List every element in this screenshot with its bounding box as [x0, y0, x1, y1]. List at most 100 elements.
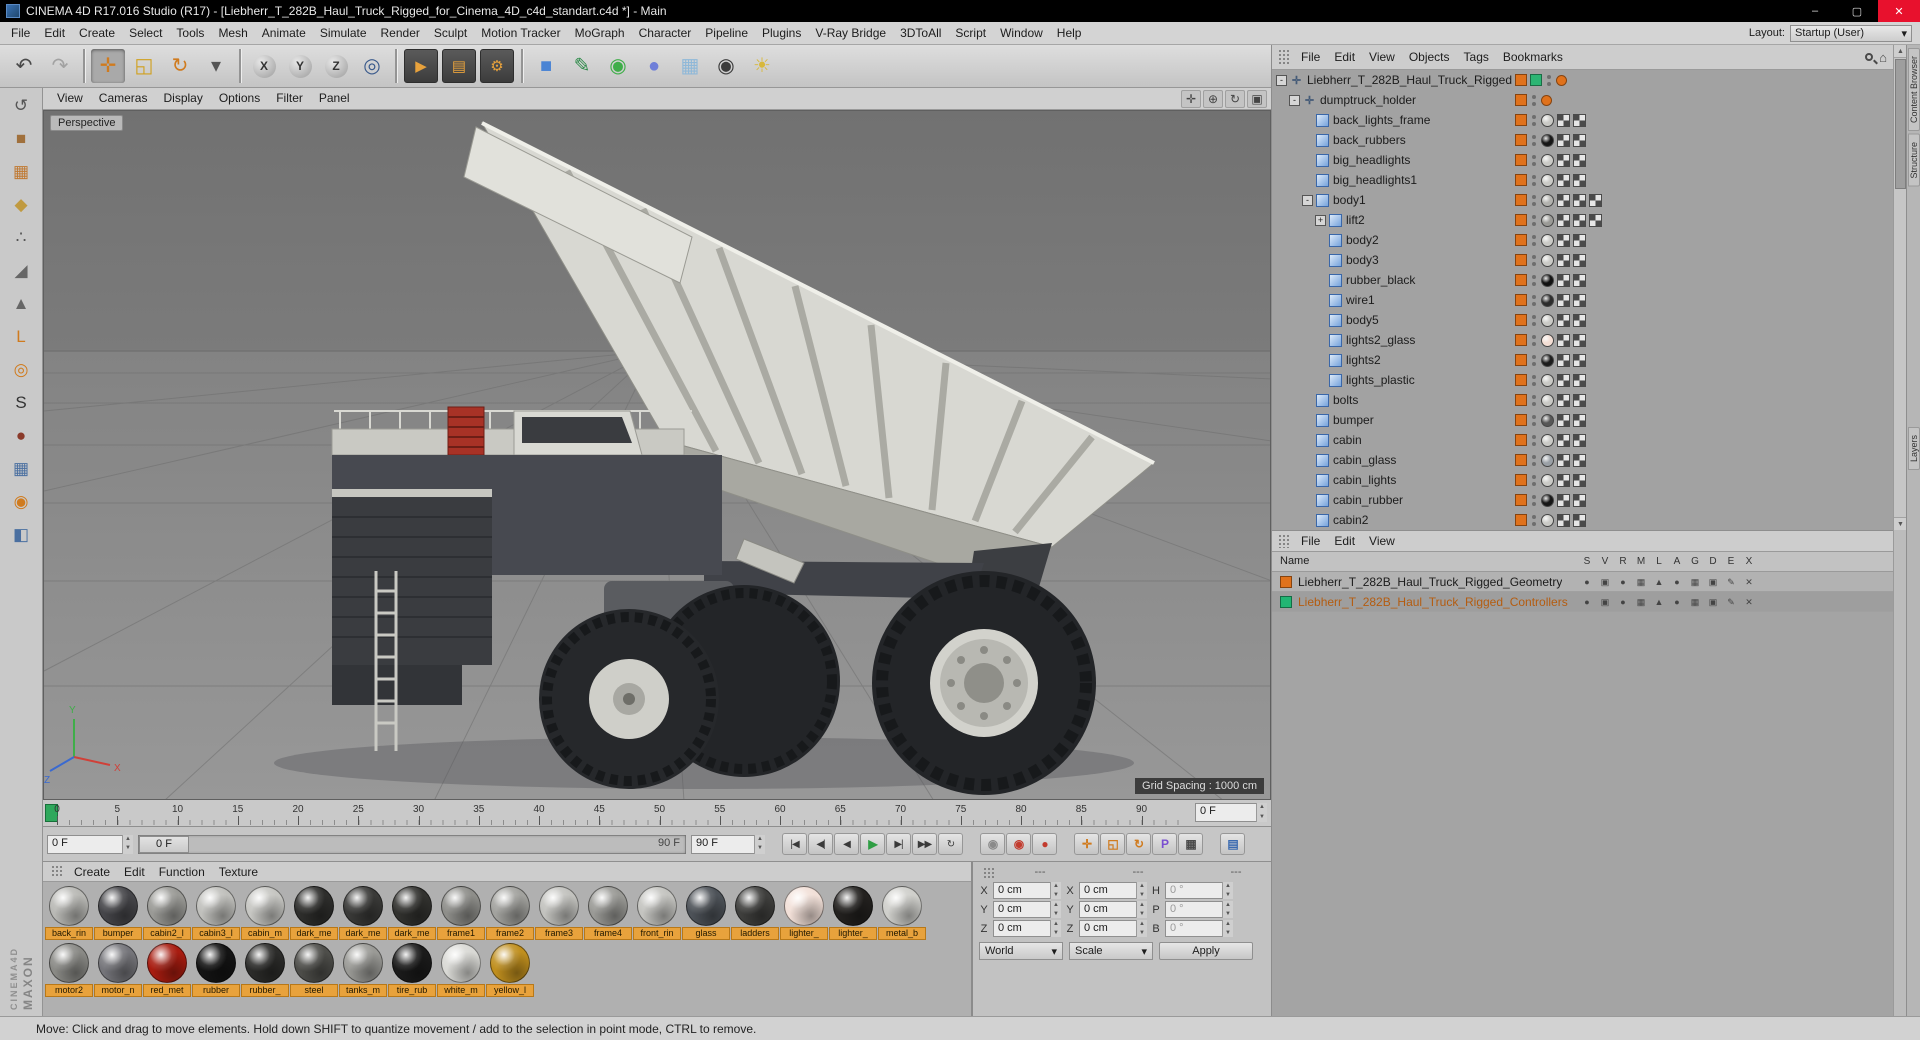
visibility-dots-icon[interactable]: [1532, 134, 1536, 146]
texture-tag-icon[interactable]: [1573, 113, 1586, 127]
z-axis-lock-button[interactable]: Z: [319, 49, 353, 83]
visibility-dot[interactable]: [1532, 441, 1536, 446]
material-item[interactable]: rubber_: [241, 942, 289, 997]
texture-tag-icon[interactable]: [1573, 413, 1586, 427]
spline-pen-button[interactable]: ✎: [565, 49, 599, 83]
environment-button[interactable]: ▦: [673, 49, 707, 83]
texture-mode-button[interactable]: ▦: [5, 157, 37, 187]
generators-icon[interactable]: ▦: [1686, 592, 1704, 611]
object-row[interactable]: -big_headlights1: [1272, 170, 1893, 190]
layer-tag-icon[interactable]: [1515, 414, 1527, 426]
visibility-dot[interactable]: [1532, 401, 1536, 406]
layer-tag-icon[interactable]: [1515, 134, 1527, 146]
layer-tag-icon[interactable]: [1515, 214, 1527, 226]
timeline-ruler[interactable]: 0 5 10 15 20 25 30 35 40 45 50 55 60 65 70 75 80 85 90: [43, 800, 1193, 827]
visibility-dots-icon[interactable]: [1532, 234, 1536, 246]
spinner-arrows[interactable]: ▲ ▼: [1222, 882, 1233, 899]
object-row[interactable]: -wire1: [1272, 290, 1893, 310]
object-row[interactable]: - ✛ Liebherr_T_282B_Haul_Truck_Rigged: [1272, 70, 1893, 90]
layer-tag-icon[interactable]: [1515, 114, 1527, 126]
last-tool-button[interactable]: ▾: [199, 49, 233, 83]
enable-axis-button[interactable]: ◎: [5, 355, 37, 385]
slider-handle[interactable]: 0 F: [139, 835, 189, 853]
visibility-dot[interactable]: [1532, 474, 1536, 479]
texture-tag-icon[interactable]: [1557, 433, 1570, 447]
texture-tag-icon[interactable]: [1573, 353, 1586, 367]
spin-up-icon[interactable]: ▲: [1051, 882, 1061, 891]
spin-down-icon[interactable]: ▼: [1051, 910, 1061, 919]
material-item[interactable]: lighter_: [780, 885, 828, 940]
viewport-menu-cameras[interactable]: Cameras: [91, 88, 156, 109]
layer-tag-icon[interactable]: [1515, 254, 1527, 266]
visibility-dot[interactable]: [1532, 374, 1536, 379]
material-item[interactable]: glass: [682, 885, 730, 940]
record-keyframe-button[interactable]: ◉: [1006, 833, 1031, 855]
end-frame-field[interactable]: 90 F ▲ ▼: [691, 834, 765, 854]
visibility-dots-icon[interactable]: [1532, 294, 1536, 306]
spinner-arrows[interactable]: ▲ ▼: [1136, 920, 1147, 937]
visibility-dots-icon[interactable]: [1532, 154, 1536, 166]
scale-tool-button[interactable]: ◱: [127, 49, 161, 83]
spin-down-icon[interactable]: ▼: [1137, 910, 1147, 919]
layer-menu-view[interactable]: View: [1362, 530, 1402, 552]
move-tool-button[interactable]: ✛: [91, 49, 125, 83]
object-row[interactable]: -lights_plastic: [1272, 370, 1893, 390]
panel-grip-icon[interactable]: [1278, 534, 1290, 548]
layer-tag-icon[interactable]: [1515, 334, 1527, 346]
visibility-dot[interactable]: [1547, 81, 1551, 86]
spinner-arrows[interactable]: ▲ ▼: [1256, 803, 1267, 822]
autokey-button[interactable]: ●: [1032, 833, 1057, 855]
material-item[interactable]: rubber: [192, 942, 240, 997]
material-item[interactable]: lighter_: [829, 885, 877, 940]
spin-up-icon[interactable]: ▲: [1257, 803, 1267, 813]
material-menu-function[interactable]: Function: [152, 861, 212, 883]
material-sphere-icon[interactable]: [1541, 473, 1554, 487]
points-mode-button[interactable]: ∴: [5, 223, 37, 253]
material-sphere-icon[interactable]: [1541, 393, 1554, 407]
layer-tag-icon[interactable]: [1515, 154, 1527, 166]
lock-workplane-button[interactable]: ▦: [5, 454, 37, 484]
visibility-dot[interactable]: [1532, 501, 1536, 506]
object-row[interactable]: -cabin2: [1272, 510, 1893, 530]
visibility-dot[interactable]: [1532, 321, 1536, 326]
visibility-dots-icon[interactable]: [1532, 254, 1536, 266]
visibility-dots-icon[interactable]: [1532, 174, 1536, 186]
texture-tag-icon[interactable]: [1573, 313, 1586, 327]
visibility-dot[interactable]: [1532, 221, 1536, 226]
visibility-dot[interactable]: [1532, 254, 1536, 259]
menu-v-ray-bridge[interactable]: V-Ray Bridge: [808, 22, 893, 44]
scrollbar-thumb[interactable]: [1895, 59, 1906, 189]
visibility-dot[interactable]: [1532, 214, 1536, 219]
texture-tag-icon[interactable]: [1557, 273, 1570, 287]
polygons-mode-button[interactable]: ▲: [5, 289, 37, 319]
rotate-tool-button[interactable]: ↻: [163, 49, 197, 83]
texture-tag-icon[interactable]: [1557, 253, 1570, 267]
object-row[interactable]: + lift2: [1272, 210, 1893, 230]
texture-tag-icon[interactable]: [1573, 193, 1586, 207]
material-item[interactable]: frame1: [437, 885, 485, 940]
goto-end-button[interactable]: ▶▶: [912, 833, 937, 855]
spinner-arrows[interactable]: ▲ ▼: [1222, 901, 1233, 918]
spin-down-icon[interactable]: ▼: [1257, 813, 1267, 823]
spinner-arrows[interactable]: ▲ ▼: [1136, 882, 1147, 899]
texture-tag-icon[interactable]: [1589, 193, 1602, 207]
texture-tag-icon[interactable]: [1557, 373, 1570, 387]
material-item[interactable]: dark_me: [290, 885, 338, 940]
material-item[interactable]: cabin_m: [241, 885, 289, 940]
side-tab-layers[interactable]: Layers: [1908, 426, 1920, 470]
coordinate-system-button[interactable]: ◎: [355, 49, 389, 83]
layer-color-swatch[interactable]: [1280, 595, 1292, 608]
record-parameter-button[interactable]: P: [1152, 833, 1177, 855]
object-menu-view[interactable]: View: [1362, 45, 1402, 69]
texture-tag-icon[interactable]: [1573, 453, 1586, 467]
play-backwards-button[interactable]: ◀: [834, 833, 859, 855]
material-item[interactable]: frame2: [486, 885, 534, 940]
object-row[interactable]: -cabin_rubber: [1272, 490, 1893, 510]
render-settings-button[interactable]: ⚙: [480, 49, 514, 83]
spline-smooth-button[interactable]: ◉: [5, 487, 37, 517]
object-row[interactable]: -cabin: [1272, 430, 1893, 450]
layer-row[interactable]: Liebherr_T_282B_Haul_Truck_Rigged_Geomet…: [1272, 572, 1893, 592]
spinner-arrows[interactable]: ▲ ▼: [1222, 920, 1233, 937]
current-frame-field[interactable]: 0 F ▲ ▼: [47, 834, 133, 854]
coord-field-rotation[interactable]: 0 ° ▲ ▼: [1165, 882, 1233, 899]
